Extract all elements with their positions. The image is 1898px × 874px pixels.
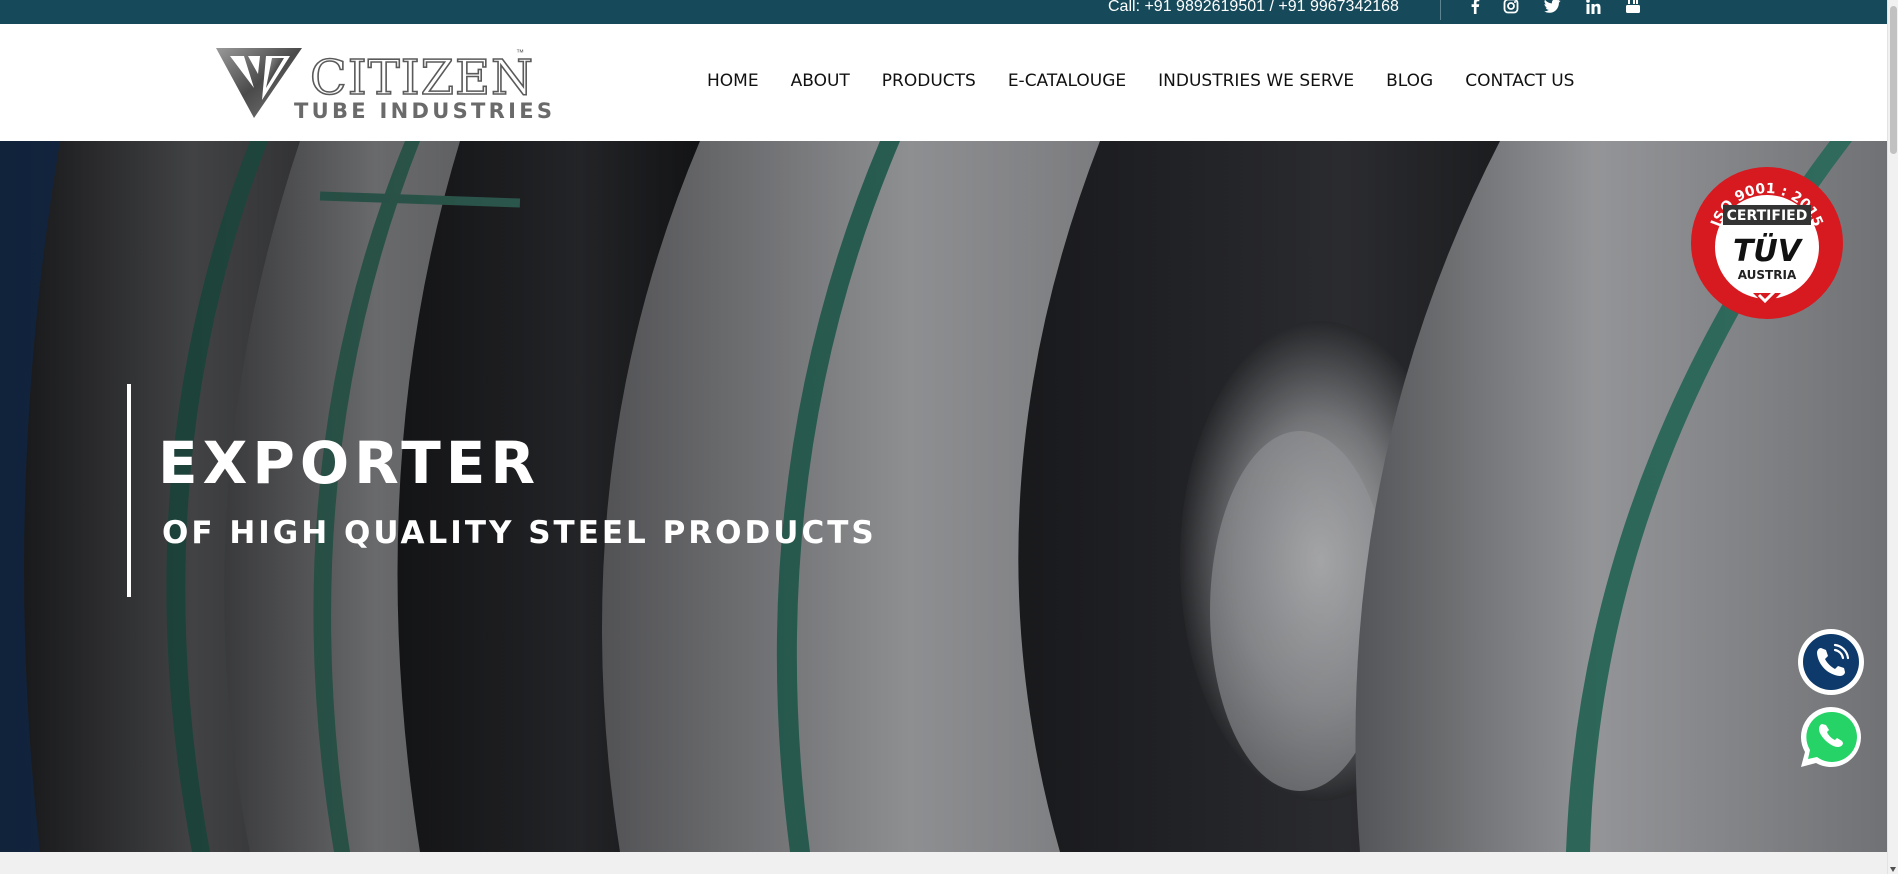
whatsapp-button[interactable]: [1797, 703, 1865, 771]
hero-subtitle: OF HIGH QUALITY STEEL PRODUCTS: [162, 515, 877, 551]
topbar-divider: [1440, 0, 1441, 20]
badge-tuv-text: TÜV: [1733, 232, 1804, 269]
top-contact-bar: Call: +91 9892619501 / +91 9967342168: [0, 0, 1887, 24]
nav-industries-we-serve[interactable]: INDUSTRIES WE SERVE: [1158, 71, 1354, 91]
hero-accent-line: [127, 384, 131, 597]
citizen-logo[interactable]: CITIZEN ™ TUBE INDUSTRIES: [214, 44, 552, 126]
nav-e-catalogue[interactable]: E-CATALOUGE: [1008, 71, 1126, 91]
twitter-icon[interactable]: [1543, 0, 1561, 15]
page-bottom-strip: [0, 852, 1887, 874]
logo-emblem-icon: [216, 48, 302, 118]
scrollbar-thumb[interactable]: [1890, 6, 1897, 154]
call-numbers[interactable]: Call: +91 9892619501 / +91 9967342168: [1108, 0, 1399, 15]
badge-country-text: AUSTRIA: [1738, 268, 1797, 282]
badge-certified-text: CERTIFIED: [1727, 208, 1808, 224]
nav-products[interactable]: PRODUCTS: [882, 71, 976, 91]
phone-icon: [1798, 629, 1864, 695]
scroll-down-arrow-icon[interactable]: [1890, 867, 1896, 872]
youtube-icon[interactable]: [1624, 0, 1642, 15]
logo-trademark: ™: [516, 48, 524, 57]
call-us-button[interactable]: [1797, 628, 1865, 696]
iso-certified-badge: ISO 9001 : 2015 CERTIFIED TÜV AUSTRIA: [1689, 165, 1845, 321]
hero-banner: EXPORTER OF HIGH QUALITY STEEL PRODUCTS: [0, 141, 1887, 852]
instagram-icon[interactable]: [1502, 0, 1520, 15]
main-navigation: HOME ABOUT PRODUCTS E-CATALOUGE INDUSTRI…: [707, 71, 1574, 91]
nav-about[interactable]: ABOUT: [791, 71, 850, 91]
nav-contact-us[interactable]: CONTACT US: [1465, 71, 1574, 91]
logo-brand-text: CITIZEN: [309, 49, 535, 107]
hero-title: EXPORTER: [158, 429, 541, 497]
whatsapp-icon: [1800, 707, 1861, 767]
nav-blog[interactable]: BLOG: [1386, 71, 1433, 91]
site-header: CITIZEN ™ TUBE INDUSTRIES HOME ABOUT PRO…: [0, 24, 1887, 141]
logo-tagline: TUBE INDUSTRIES: [294, 99, 556, 123]
facebook-icon[interactable]: [1466, 0, 1484, 15]
vertical-scrollbar[interactable]: [1887, 0, 1898, 874]
linkedin-icon[interactable]: [1584, 0, 1602, 15]
nav-home[interactable]: HOME: [707, 71, 759, 91]
